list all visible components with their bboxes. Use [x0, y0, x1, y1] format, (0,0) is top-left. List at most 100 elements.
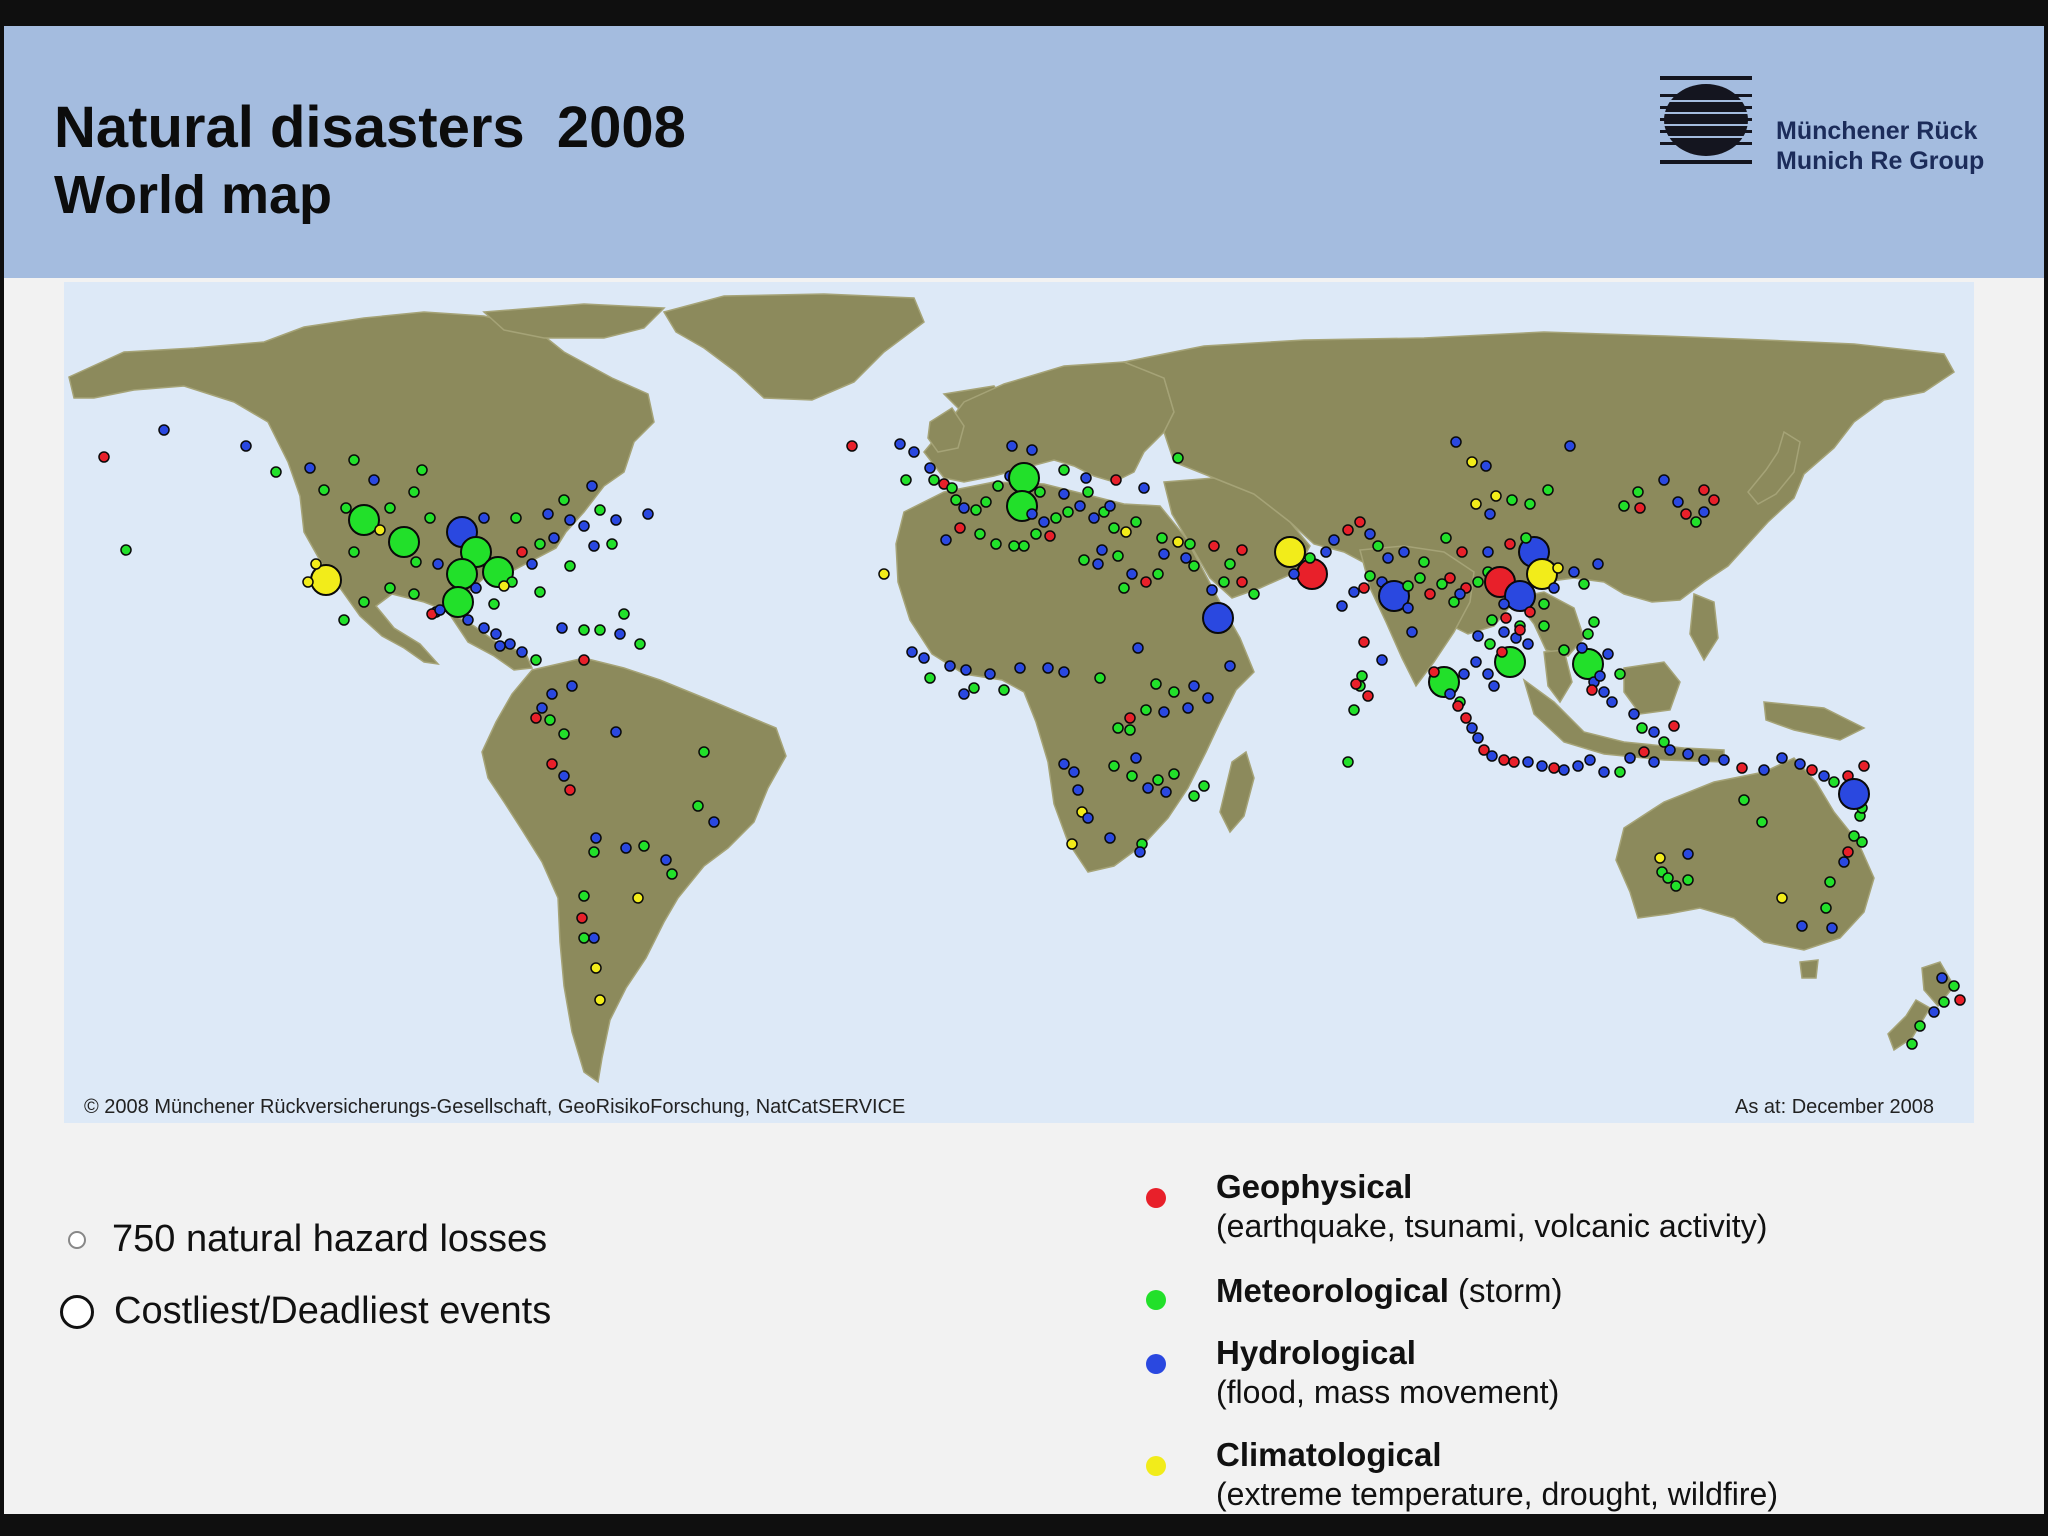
meteorological-event-marker [1670, 880, 1682, 892]
meteorological-event-marker [1486, 614, 1498, 626]
meteorological-event-marker [1618, 500, 1630, 512]
hydrological-event-marker [432, 558, 444, 570]
hydrological-event-marker [1776, 752, 1788, 764]
hydrological-event-marker [958, 502, 970, 514]
hydrological-event-marker [1598, 686, 1610, 698]
major-meteorological-event-marker [388, 526, 420, 558]
meteorological-event-marker [1030, 528, 1042, 540]
meteorological-event-marker [1484, 638, 1496, 650]
geophysical-event-marker [1444, 572, 1456, 584]
meteorological-event-marker [698, 746, 710, 758]
hydrological-event-marker [516, 646, 528, 658]
large-circle-icon [60, 1294, 94, 1329]
climatological-event-marker [1470, 498, 1482, 510]
legend-meteorological-desc: (storm) [1458, 1272, 1563, 1309]
hydrological-event-marker [1624, 752, 1636, 764]
hydrological-event-marker [462, 614, 474, 626]
geophysical-event-marker [1634, 502, 1646, 514]
meteorological-event-marker [1304, 552, 1316, 564]
hydrological-event-marker [1672, 496, 1684, 508]
climatological-event-marker [310, 558, 322, 570]
hydrological-event-marker [240, 440, 252, 452]
geophysical-event-marker [516, 546, 528, 558]
legend-climatological-title: Climatological [1216, 1436, 1442, 1473]
north-america [68, 311, 655, 666]
hydrological-event-marker [984, 668, 996, 680]
meteorological-event-marker [666, 868, 678, 880]
major-hydrological-event-marker [1202, 602, 1234, 634]
climatological-event-marker [594, 994, 606, 1006]
header-bar: Natural disasters 2008 World map München… [4, 26, 2044, 278]
geophysical-event-marker [564, 784, 576, 796]
hydrological-event-marker [1328, 534, 1340, 546]
legend-geophysical-title: Geophysical [1216, 1168, 1413, 1205]
hydrological-event-marker [1568, 566, 1580, 578]
geophysical-event-marker [1548, 762, 1560, 774]
meteorological-event-marker [1472, 576, 1484, 588]
hydrological-event-marker [1058, 666, 1070, 678]
meteorological-event-marker [510, 512, 522, 524]
geophysical-event-marker [98, 451, 110, 463]
meteorological-event-marker [1198, 780, 1210, 792]
meteorological-event-marker [1168, 686, 1180, 698]
hydrological-event-marker [1224, 660, 1236, 672]
meteorological-event-marker [1682, 874, 1694, 886]
meteorological-event-marker [1828, 776, 1840, 788]
hydrological-event-marker [478, 622, 490, 634]
geophysical-event-marker [1638, 746, 1650, 758]
meteorological-event-marker [1140, 704, 1152, 716]
page-subtitle: World map [54, 165, 333, 225]
hydrological-event-marker [470, 582, 482, 594]
yellow-dot-icon [1146, 1456, 1166, 1476]
hydrological-event-marker [918, 652, 930, 664]
hydrological-event-marker [1470, 656, 1482, 668]
geophysical-event-marker [1342, 524, 1354, 536]
central-america [447, 611, 534, 671]
event-markers [98, 424, 1966, 1050]
key-small-events: 750 natural hazard losses [60, 1218, 547, 1261]
meteorological-event-marker [1118, 582, 1130, 594]
hydrological-event-marker [1594, 670, 1606, 682]
hydrological-event-marker [1092, 558, 1104, 570]
hydrological-event-marker [1188, 680, 1200, 692]
hydrological-event-marker [1158, 548, 1170, 560]
hydrological-event-marker [1006, 440, 1018, 452]
greenland [662, 293, 925, 401]
legend-meteorological-title: Meteorological [1216, 1272, 1449, 1309]
hydrological-event-marker [1718, 754, 1730, 766]
legend-climatological-desc: (extreme temperature, drought, wildfire) [1216, 1476, 1778, 1512]
hydrological-event-marker [566, 680, 578, 692]
philippines [1689, 592, 1719, 662]
geophysical-event-marker [1044, 530, 1056, 542]
hydrological-event-marker [906, 646, 918, 658]
hydrological-event-marker [660, 854, 672, 866]
hydrological-event-marker [556, 622, 568, 634]
meteorological-event-marker [968, 682, 980, 694]
meteorological-event-marker [594, 504, 606, 516]
meteorological-event-marker [1172, 452, 1184, 464]
hydrological-event-marker [478, 512, 490, 524]
meteorological-event-marker [534, 538, 546, 550]
meteorological-event-marker [1418, 556, 1430, 568]
climatological-event-marker [632, 892, 644, 904]
hydrological-event-marker [1402, 602, 1414, 614]
meteorological-event-marker [1248, 588, 1260, 600]
hydrological-event-marker [1796, 920, 1808, 932]
climatological-event-marker [1120, 526, 1132, 538]
hydrological-event-marker [1454, 588, 1466, 600]
geophysical-event-marker [1668, 720, 1680, 732]
meteorological-event-marker [1588, 616, 1600, 628]
hydrological-event-marker [1936, 972, 1948, 984]
hydrological-event-marker [1132, 642, 1144, 654]
hydrological-event-marker [1838, 856, 1850, 868]
meteorological-event-marker [1094, 672, 1106, 684]
hydrological-event-marker [1072, 784, 1084, 796]
meteorological-event-marker [1414, 572, 1426, 584]
geophysical-event-marker [1524, 606, 1536, 618]
land-masses [68, 293, 1955, 1084]
hydrological-event-marker [1682, 848, 1694, 860]
hydrological-event-marker [1648, 726, 1660, 738]
meteorological-event-marker [358, 596, 370, 608]
hydrological-event-marker [1130, 752, 1142, 764]
meteorological-event-marker [618, 608, 630, 620]
